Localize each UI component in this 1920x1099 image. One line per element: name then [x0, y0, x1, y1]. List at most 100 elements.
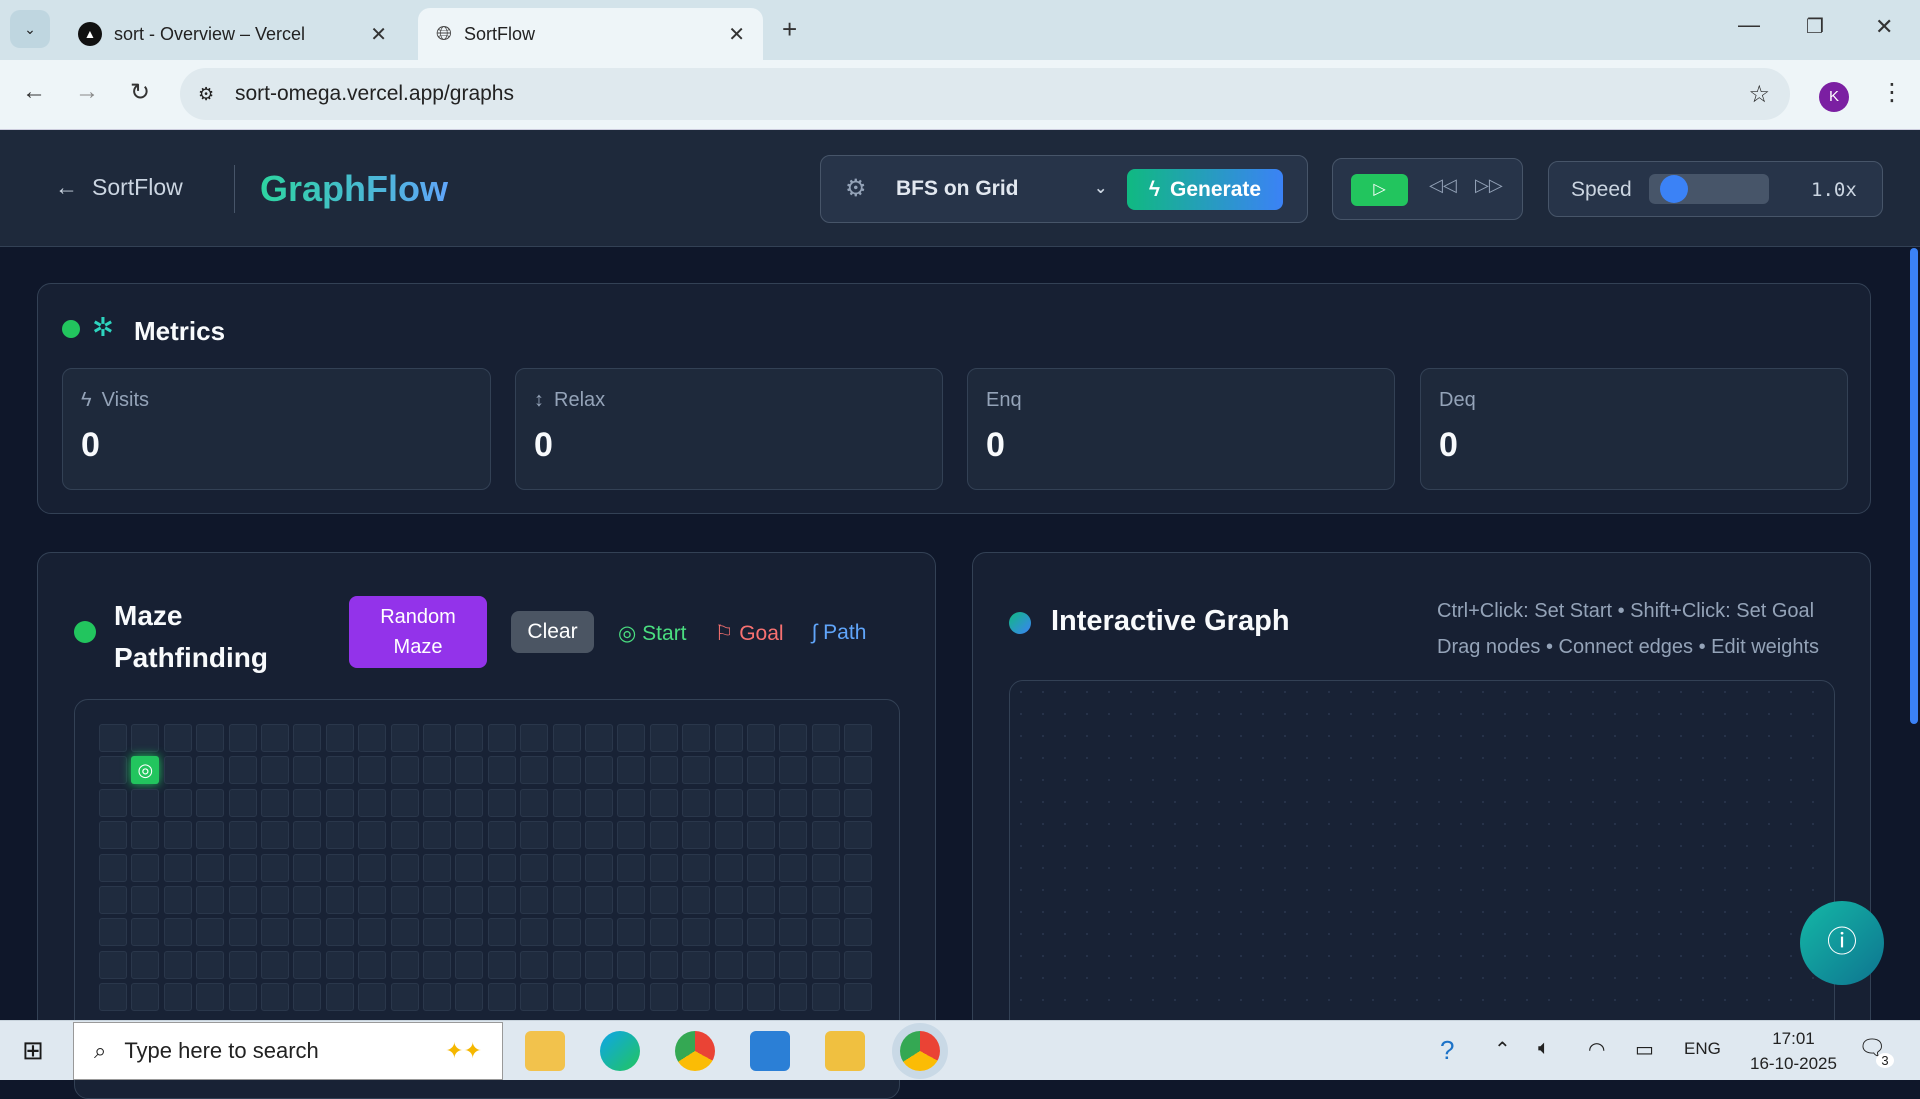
grid-cell[interactable] — [520, 950, 549, 979]
random-maze-button[interactable]: Random Maze — [349, 596, 487, 668]
grid-cell[interactable] — [163, 756, 192, 785]
grid-cell[interactable] — [844, 724, 873, 752]
grid-cell[interactable] — [261, 853, 289, 882]
grid-cell[interactable] — [228, 756, 257, 785]
url-input[interactable]: ⚙ sort-omega.vercel.app/graphs ☆ — [180, 68, 1790, 120]
grid-cell[interactable] — [844, 788, 873, 817]
grid-cell[interactable] — [423, 983, 451, 1012]
grid-cell[interactable] — [682, 756, 711, 785]
grid-cell[interactable] — [649, 950, 678, 979]
grid-cell[interactable] — [423, 724, 451, 752]
scrollbar[interactable] — [1908, 248, 1920, 1020]
grid-cell[interactable] — [844, 918, 873, 947]
grid-cell[interactable] — [196, 853, 225, 882]
grid-cell[interactable] — [617, 821, 646, 850]
grid-cell[interactable] — [617, 886, 646, 914]
grid-cell[interactable] — [682, 950, 711, 979]
grid-cell[interactable] — [131, 983, 160, 1012]
grid-cell[interactable] — [779, 756, 808, 785]
grid-cell[interactable] — [131, 821, 160, 850]
grid-cell[interactable] — [196, 983, 225, 1012]
grid-cell[interactable] — [455, 788, 484, 817]
grid-cell[interactable] — [325, 853, 354, 882]
grid-cell[interactable] — [747, 950, 775, 979]
grid-cell[interactable] — [455, 918, 484, 947]
back-to-sortflow-link[interactable]: ← SortFlow — [55, 174, 183, 201]
grid-cell[interactable] — [390, 788, 419, 817]
grid-cell[interactable] — [585, 918, 613, 947]
grid-cell[interactable] — [390, 724, 419, 752]
grid-cell[interactable] — [325, 756, 354, 785]
profile-avatar[interactable]: K — [1819, 82, 1849, 112]
grid-cell[interactable] — [714, 853, 743, 882]
close-tab-icon[interactable]: ✕ — [370, 22, 387, 47]
grid-cell[interactable] — [552, 983, 581, 1012]
grid-cell[interactable] — [747, 983, 775, 1012]
grid-cell[interactable] — [682, 918, 711, 947]
grid-cell[interactable] — [811, 821, 840, 850]
grid-cell[interactable] — [423, 950, 451, 979]
grid-cell[interactable] — [779, 886, 808, 914]
grid-cell[interactable] — [585, 983, 613, 1012]
language-indicator[interactable]: ENG — [1684, 1039, 1721, 1059]
grid-cell[interactable] — [585, 756, 613, 785]
grid-cell[interactable] — [552, 853, 581, 882]
grid-cell[interactable] — [358, 918, 387, 947]
back-icon[interactable]: ← — [22, 78, 46, 106]
grid-cell[interactable] — [844, 821, 873, 850]
grid-cell[interactable] — [455, 724, 484, 752]
grid-cell[interactable] — [714, 950, 743, 979]
grid-cell[interactable] — [293, 886, 322, 914]
grid-cell[interactable] — [293, 950, 322, 979]
reload-icon[interactable]: ↻ — [130, 78, 150, 107]
grid-cell[interactable] — [585, 724, 613, 752]
speed-slider[interactable] — [1649, 174, 1769, 204]
battery-icon[interactable]: ▭ — [1635, 1037, 1654, 1062]
grid-cell[interactable] — [747, 788, 775, 817]
grid-cell[interactable] — [747, 756, 775, 785]
grid-cell[interactable] — [649, 983, 678, 1012]
grid-cell[interactable] — [487, 821, 516, 850]
forward-icon[interactable]: → — [75, 78, 99, 106]
grid-cell[interactable] — [358, 788, 387, 817]
grid-cell[interactable] — [99, 983, 127, 1012]
grid-cell[interactable] — [617, 918, 646, 947]
grid-cell[interactable] — [163, 821, 192, 850]
close-window-button[interactable]: ✕ — [1875, 14, 1893, 40]
grid-cell[interactable] — [261, 821, 289, 850]
grid-cell[interactable] — [520, 724, 549, 752]
grid-cell[interactable] — [747, 853, 775, 882]
file-explorer-icon[interactable] — [525, 1031, 565, 1071]
grid-cell[interactable] — [196, 756, 225, 785]
grid-cell[interactable] — [585, 853, 613, 882]
grid-cell[interactable] — [487, 950, 516, 979]
grid-cell[interactable] — [390, 821, 419, 850]
grid-cell[interactable] — [811, 886, 840, 914]
grid-cell[interactable] — [747, 724, 775, 752]
grid-cell[interactable] — [455, 821, 484, 850]
grid-cell[interactable] — [163, 918, 192, 947]
grid-cell[interactable] — [131, 724, 160, 752]
chrome-profile-icon[interactable] — [900, 1031, 940, 1071]
grid-cell[interactable] — [779, 853, 808, 882]
tab-vercel[interactable]: ▲ sort - Overview – Vercel ✕ — [60, 8, 405, 60]
grid-cell[interactable] — [455, 983, 484, 1012]
grid-cell[interactable] — [325, 821, 354, 850]
grid-cell[interactable] — [196, 918, 225, 947]
grid-cell[interactable] — [228, 950, 257, 979]
grid-cell[interactable] — [325, 788, 354, 817]
grid-cell[interactable] — [811, 983, 840, 1012]
grid-cell[interactable] — [779, 918, 808, 947]
grid-cell[interactable] — [520, 821, 549, 850]
grid-cell[interactable] — [390, 918, 419, 947]
grid-cell[interactable] — [390, 886, 419, 914]
grid-cell[interactable] — [423, 918, 451, 947]
grid-cell[interactable] — [487, 886, 516, 914]
grid-cell[interactable] — [714, 821, 743, 850]
grid-cell[interactable] — [293, 853, 322, 882]
grid-cell[interactable] — [293, 756, 322, 785]
grid-cell[interactable] — [131, 853, 160, 882]
grid-cell[interactable] — [228, 918, 257, 947]
grid-cell[interactable] — [682, 821, 711, 850]
bookmark-star-icon[interactable]: ☆ — [1748, 80, 1770, 109]
